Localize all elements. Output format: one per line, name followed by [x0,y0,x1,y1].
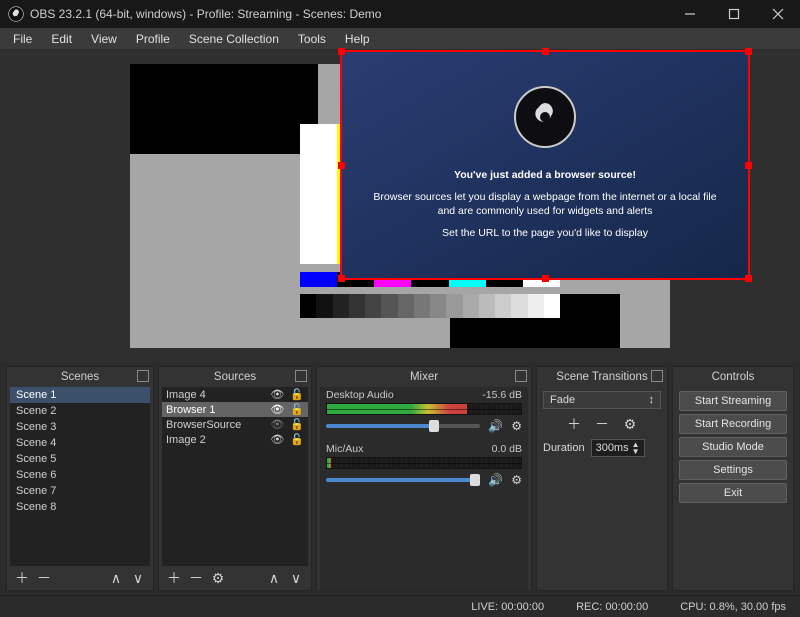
mixer-channel: Desktop Audio -15.6 dB 🔊 ⚙ [320,387,528,441]
menu-help[interactable]: Help [336,30,379,48]
eye-icon[interactable]: 👁 [270,403,284,416]
menu-tools[interactable]: Tools [289,30,335,48]
eye-off-icon[interactable]: 👁 [270,418,284,431]
status-cpu: CPU: 0.8%, 30.00 fps [680,601,786,613]
statusbar: LIVE: 00:00:00 REC: 00:00:00 CPU: 0.8%, … [0,595,800,617]
overlay-line3: Set the URL to the page you'd like to di… [442,226,648,240]
browser-source-overlay[interactable]: You've just added a browser source! Brow… [340,50,750,280]
remove-transition-button[interactable]: － [593,415,611,433]
gear-icon[interactable]: ⚙ [511,473,522,487]
move-source-up-button[interactable]: ∧ [265,569,283,587]
menubar: File Edit View Profile Scene Collection … [0,28,800,50]
eye-icon[interactable]: 👁 [270,433,284,446]
remove-source-button[interactable]: － [187,569,205,587]
undock-icon[interactable] [515,370,527,382]
settings-button[interactable]: Settings [679,460,787,480]
spin-down-icon[interactable]: ▼ [632,448,640,455]
move-scene-down-button[interactable]: ∨ [129,569,147,587]
move-source-down-button[interactable]: ∨ [287,569,305,587]
obs-logo-icon [514,86,576,148]
docked-panels: Scenes Scene 1 Scene 2 Scene 3 Scene 4 S… [0,362,800,595]
overlay-line2: Browser sources let you display a webpag… [366,190,724,218]
source-properties-button[interactable]: ⚙ [209,569,227,587]
transitions-title: Scene Transitions [556,371,647,383]
remove-scene-button[interactable]: － [35,569,53,587]
menu-scene-collection[interactable]: Scene Collection [180,30,288,48]
scene-item[interactable]: Scene 5 [10,451,150,467]
studio-mode-button[interactable]: Studio Mode [679,437,787,457]
menu-edit[interactable]: Edit [42,30,81,48]
add-transition-button[interactable]: ＋ [565,415,583,433]
undock-icon[interactable] [295,370,307,382]
source-item[interactable]: Image 4 👁🔓 [162,387,308,402]
scenes-list[interactable]: Scene 1 Scene 2 Scene 3 Scene 4 Scene 5 … [10,387,150,566]
minimize-button[interactable] [668,0,712,28]
sources-title: Sources [214,371,256,383]
menu-file[interactable]: File [4,30,41,48]
gear-icon[interactable]: ⚙ [511,419,522,433]
start-recording-button[interactable]: Start Recording [679,414,787,434]
close-button[interactable] [756,0,800,28]
scene-item[interactable]: Scene 3 [10,419,150,435]
duration-spinbox[interactable]: 300ms ▲▼ [591,439,645,457]
scene-item[interactable]: Scene 1 [10,387,150,403]
channel-name: Mic/Aux [326,443,363,455]
transition-select[interactable]: Fade ↕ [543,391,661,409]
scene-item[interactable]: Scene 8 [10,499,150,515]
maximize-button[interactable] [712,0,756,28]
channel-db: -15.6 dB [482,389,522,401]
lock-icon[interactable]: 🔓 [290,433,304,446]
source-item[interactable]: Browser 1 👁🔓 [162,402,308,417]
speaker-icon[interactable]: 🔊 [488,473,503,487]
sources-list[interactable]: Image 4 👁🔓 Browser 1 👁🔓 BrowserSource 👁🔓… [162,387,308,566]
transition-properties-button[interactable]: ⚙ [621,415,639,433]
transitions-panel: Scene Transitions Fade ↕ ＋ － ⚙ Duration … [536,366,668,591]
lock-icon[interactable]: 🔓 [290,418,304,431]
window-title: OBS 23.2.1 (64-bit, windows) - Profile: … [30,7,381,21]
source-item[interactable]: BrowserSource 👁🔓 [162,417,308,432]
source-item[interactable]: Image 2 👁🔓 [162,432,308,447]
status-rec: REC: 00:00:00 [576,601,648,613]
audio-meter [326,403,522,415]
add-source-button[interactable]: ＋ [165,569,183,587]
audio-meter [326,457,522,469]
status-live: LIVE: 00:00:00 [471,601,544,613]
sources-panel: Sources Image 4 👁🔓 Browser 1 👁🔓 BrowserS… [158,366,312,591]
channel-db: 0.0 dB [492,443,522,455]
overlay-line1: You've just added a browser source! [454,168,636,182]
exit-button[interactable]: Exit [679,483,787,503]
obs-app-icon [8,6,24,22]
scene-item[interactable]: Scene 2 [10,403,150,419]
add-scene-button[interactable]: ＋ [13,569,31,587]
updown-icon: ↕ [649,394,655,406]
mixer-panel: Mixer Desktop Audio -15.6 dB 🔊 ⚙ Mic/Aux 0… [316,366,532,591]
controls-title: Controls [712,371,755,383]
preview-area[interactable]: You've just added a browser source! Brow… [0,50,800,362]
undock-icon[interactable] [651,370,663,382]
volume-slider[interactable] [326,424,480,428]
volume-slider[interactable] [326,478,480,482]
duration-label: Duration [543,442,585,454]
controls-panel: Controls Start Streaming Start Recording… [672,366,794,591]
scene-item[interactable]: Scene 4 [10,435,150,451]
scenes-title: Scenes [61,371,99,383]
titlebar: OBS 23.2.1 (64-bit, windows) - Profile: … [0,0,800,28]
scenes-panel: Scenes Scene 1 Scene 2 Scene 3 Scene 4 S… [6,366,154,591]
start-streaming-button[interactable]: Start Streaming [679,391,787,411]
menu-view[interactable]: View [82,30,126,48]
undock-icon[interactable] [137,370,149,382]
lock-icon[interactable]: 🔓 [290,403,304,416]
mixer-channel: Mic/Aux 0.0 dB 🔊 ⚙ [320,441,528,495]
menu-profile[interactable]: Profile [127,30,179,48]
channel-name: Desktop Audio [326,389,394,401]
eye-icon[interactable]: 👁 [270,388,284,401]
scene-item[interactable]: Scene 6 [10,467,150,483]
mixer-title: Mixer [410,371,438,383]
speaker-icon[interactable]: 🔊 [488,419,503,433]
scene-item[interactable]: Scene 7 [10,483,150,499]
lock-icon[interactable]: 🔓 [290,388,304,401]
move-scene-up-button[interactable]: ∧ [107,569,125,587]
